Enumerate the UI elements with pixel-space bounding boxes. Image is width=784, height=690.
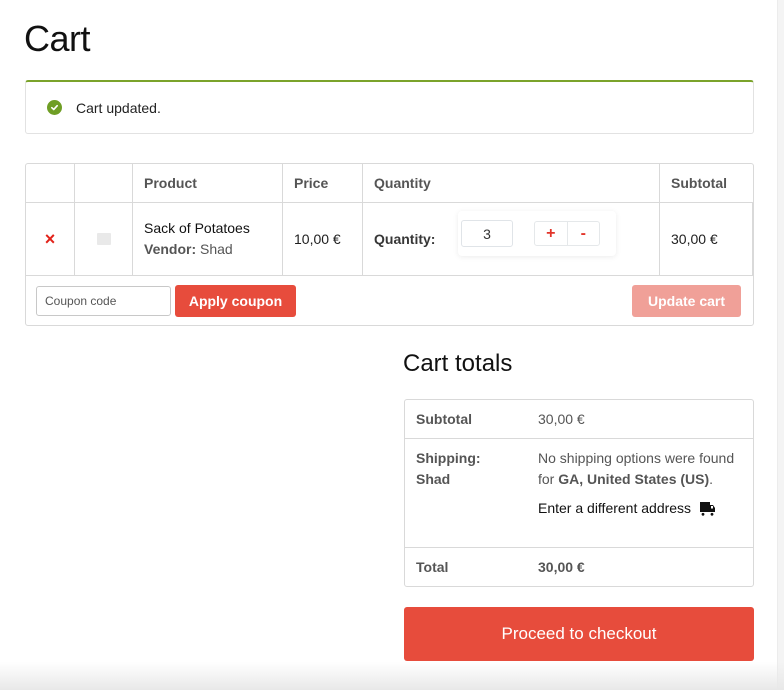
remove-cell: × xyxy=(26,203,75,275)
header-product: Product xyxy=(133,164,283,202)
product-cell: Sack of Potatoes Vendor: Shad xyxy=(133,203,283,275)
notice-message: Cart updated. xyxy=(76,99,161,116)
quantity-stepper: + - xyxy=(458,211,616,256)
different-address-text: Enter a different address xyxy=(538,500,692,516)
subtotal-cell: 30,00 € xyxy=(660,203,753,275)
scrollbar[interactable] xyxy=(777,0,784,690)
table-row: × Sack of Potatoes Vendor: Shad 10,00 € … xyxy=(26,203,753,276)
cart-totals-title: Cart totals xyxy=(403,350,513,377)
remove-item-icon[interactable]: × xyxy=(45,229,56,250)
truck-icon xyxy=(700,501,716,516)
total-label: Total xyxy=(416,559,449,575)
product-name-link[interactable]: Sack of Potatoes xyxy=(144,218,250,239)
cart-totals-table: Subtotal 30,00 € Shipping: Shad No shipp… xyxy=(404,399,754,587)
quantity-buttons: + - xyxy=(534,221,600,246)
quantity-label: Quantity: xyxy=(374,231,436,247)
totals-subtotal-row: Subtotal 30,00 € xyxy=(405,400,753,439)
header-quantity: Quantity xyxy=(363,164,660,202)
shipping-label-text: Shipping: xyxy=(416,450,481,466)
cart-table: Product Price Quantity Subtotal × Sack o… xyxy=(25,163,754,326)
update-cart-button[interactable]: Update cart xyxy=(632,285,741,317)
increase-quantity-button[interactable]: + xyxy=(535,222,568,245)
shipping-label: Shipping: Shad xyxy=(416,448,481,490)
different-address-link[interactable]: Enter a different address xyxy=(538,498,743,519)
header-thumbnail xyxy=(75,164,133,202)
cart-updated-notice: Cart updated. xyxy=(25,80,754,134)
shipping-message: No shipping options were found for GA, U… xyxy=(538,448,743,490)
total-value: 30,00 € xyxy=(538,559,585,575)
vendor-label: Vendor: xyxy=(144,241,197,257)
decrease-quantity-button[interactable]: - xyxy=(568,222,600,245)
product-vendor: Vendor: Shad xyxy=(144,239,250,260)
product-thumbnail-icon[interactable] xyxy=(96,233,111,245)
shipping-message-end: . xyxy=(709,471,714,487)
check-circle-icon xyxy=(47,100,62,115)
coupon-code-input[interactable] xyxy=(36,286,171,316)
shipping-value: No shipping options were found for GA, U… xyxy=(538,448,743,519)
shipping-location: GA, United States (US) xyxy=(558,471,710,487)
vendor-name: Shad xyxy=(200,241,233,257)
page-title: Cart xyxy=(24,18,91,59)
proceed-to-checkout-button[interactable]: Proceed to checkout xyxy=(404,607,754,661)
cart-actions: Apply coupon Update cart xyxy=(26,276,753,326)
totals-shipping-row: Shipping: Shad No shipping options were … xyxy=(405,439,753,548)
shipping-vendor: Shad xyxy=(416,471,451,487)
price-cell: 10,00 € xyxy=(283,203,363,275)
bottom-shadow xyxy=(0,662,784,690)
subtotal-value: 30,00 € xyxy=(538,411,585,427)
thumbnail-cell xyxy=(75,203,133,275)
apply-coupon-button[interactable]: Apply coupon xyxy=(175,285,296,317)
header-price: Price xyxy=(283,164,363,202)
totals-total-row: Total 30,00 € xyxy=(405,548,753,587)
subtotal-label: Subtotal xyxy=(416,411,472,427)
header-remove xyxy=(26,164,75,202)
table-header-row: Product Price Quantity Subtotal xyxy=(26,164,753,203)
quantity-input[interactable] xyxy=(461,220,513,247)
header-subtotal: Subtotal xyxy=(671,175,727,191)
